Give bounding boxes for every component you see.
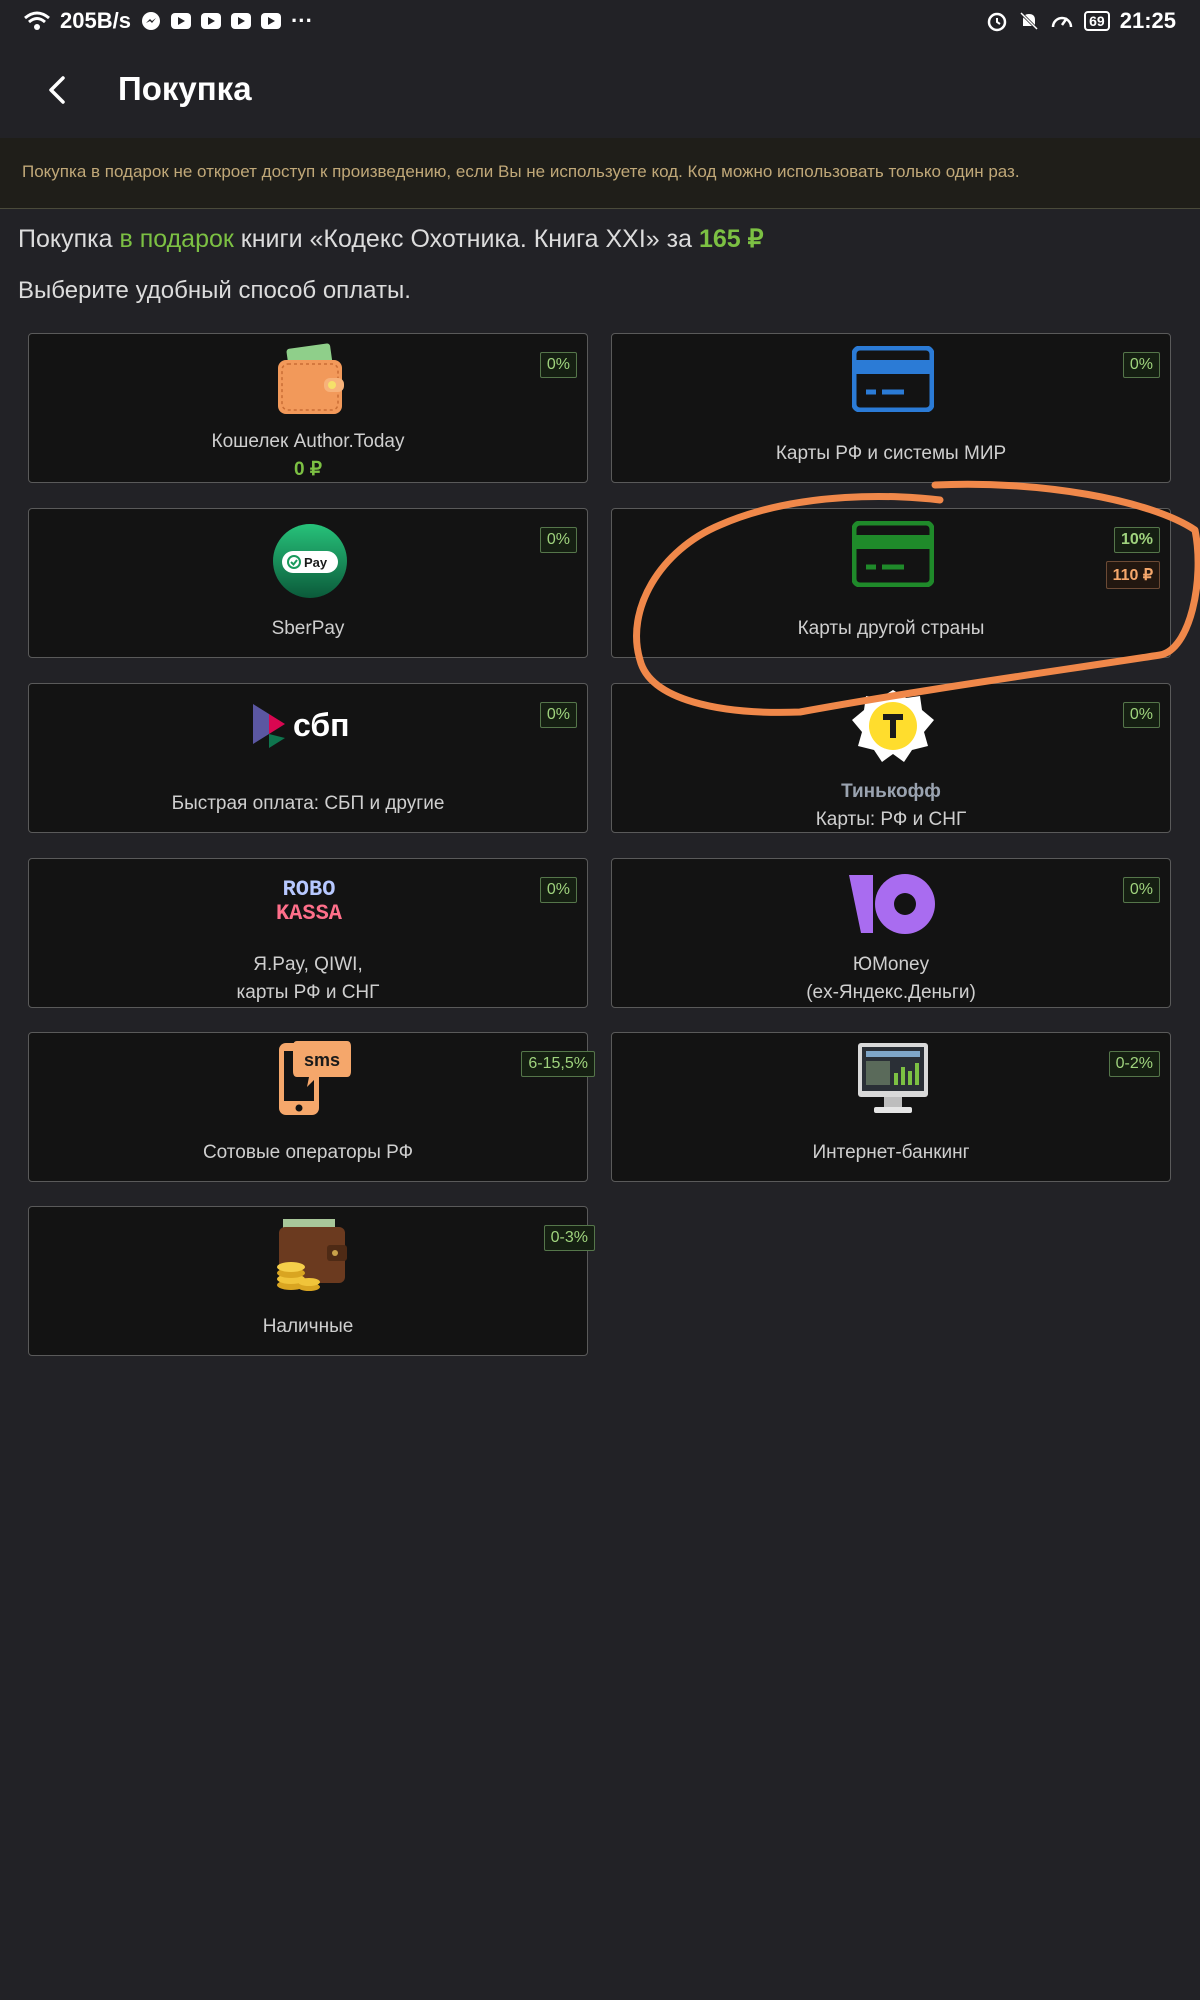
alarm-icon [987,12,1007,32]
youtube-icon [260,13,281,29]
fee-badge: 0% [539,352,577,378]
status-right: 69 21:25 [986,8,1176,34]
payment-label: Карты РФ и системы МИР [775,443,1007,464]
payment-card-robokassa[interactable]: ROBO KASSA Я.Pay, QIWI, карты РФ и СНГ 0… [28,858,588,1008]
back-arrow-icon[interactable] [38,70,78,110]
wifi-icon [24,11,50,30]
mute-icon [1020,11,1039,31]
youtube-icon [170,13,191,29]
speed-icon [1051,16,1073,28]
sbp-icon: сбп [253,704,349,748]
payment-label: карты РФ и СНГ [236,982,380,1003]
page-title: Покупка [118,70,252,107]
robokassa-icon: ROBO KASSA [276,877,343,925]
gift-label[interactable]: в подарок [119,225,233,253]
monitor-icon [858,1043,928,1113]
sbp-icon-text: сбп [293,707,349,743]
payment-card-ibank[interactable]: Интернет-банкинг 0-2% [611,1032,1171,1182]
payment-card-cards-ru[interactable]: Карты РФ и системы МИР 0% [611,333,1171,483]
payment-label: Карты: РФ и СНГ [815,809,967,830]
cash-wallet-icon [277,1219,347,1291]
fee-badge: 6-15,5% [521,1051,595,1077]
payment-card-tinkoff[interactable]: Тинькофф Карты: РФ и СНГ 0% [611,683,1171,833]
payment-label: Карты другой страны [797,618,985,639]
youtube-icon [200,13,221,29]
payment-card-sberpay[interactable]: Pay SberPay 0% [28,508,588,658]
wallet-icon [278,343,344,414]
fee-badge: 0% [539,702,577,728]
status-left: 205B/s ··· [24,8,313,34]
yoomoney-icon [849,874,935,934]
payment-card-wallet[interactable]: Кошелек Author.Today 0 ₽ 0% [28,333,588,483]
sms-icon-text: sms [304,1050,340,1070]
purchase-prefix: Покупка [18,225,120,253]
payment-label: Наличные [262,1316,354,1337]
network-speed: 205B/s [60,8,131,33]
status-bar: 205B/s ··· 69 21:25 [0,0,1200,44]
payment-label: Сотовые операторы РФ [202,1142,414,1163]
fee-badge: 10% [1113,527,1160,553]
payment-label: ЮMoney [852,954,930,975]
payment-label: SberPay [271,618,345,639]
card-green-icon [852,521,934,587]
payment-card-cards-foreign[interactable]: Карты другой страны 10% 110 ₽ [611,508,1171,658]
fee-badge: 0-2% [1108,1051,1160,1077]
sberpay-icon: Pay [273,524,347,598]
sberpay-icon-text: Pay [304,555,328,570]
app-bar: Покупка [0,44,1200,138]
fee-amount-badge: 110 ₽ [1105,561,1160,589]
fee-badge: 0% [1122,702,1160,728]
payment-bank-name: Тинькофф [841,781,941,802]
youtube-icon [230,13,251,29]
clock: 21:25 [1119,8,1176,33]
battery-icon: 69 [1084,11,1110,31]
payment-card-yoomoney[interactable]: ЮMoney (ex-Яндекс.Деньги) 0% [611,858,1171,1008]
messenger-icon [141,12,160,30]
payment-instruction: Выберите удобный способ оплаты. [18,277,411,304]
wallet-balance: 0 ₽ [294,459,322,480]
payment-label: Интернет-банкинг [812,1142,970,1163]
payment-label: Я.Pay, QIWI, [253,954,363,975]
payment-card-cash[interactable]: Наличные 0-3% [28,1206,595,1356]
sms-phone-icon: sms [279,1041,351,1115]
tinkoff-icon [852,690,934,762]
card-blue-icon [852,346,934,412]
fee-badge: 0% [539,527,577,553]
fee-badge: 0-3% [543,1225,595,1251]
purchase-book: книги «Кодекс Охотника. Книга XXI» за [233,225,699,253]
payment-card-mobile[interactable]: sms Сотовые операторы РФ 6-15,5% [28,1032,595,1182]
more-icon: ··· [290,8,313,33]
fee-badge: 0% [1122,352,1160,378]
purchase-price: 165 ₽ [698,225,764,253]
payment-label: Кошелек Author.Today [211,431,405,452]
robokassa-icon-text: KASSA [276,901,343,925]
fee-badge: 0% [539,877,577,903]
purchase-summary: Покупка в подарок книги «Кодекс Охотника… [18,224,764,254]
gift-notice-text: Покупка в подарок не откроет доступ к пр… [22,162,1020,181]
gift-notice: Покупка в подарок не откроет доступ к пр… [0,138,1200,209]
payment-label: Быстрая оплата: СБП и другие [171,793,445,814]
robokassa-icon-text: ROBO [283,877,336,902]
payment-card-sbp[interactable]: сбп Быстрая оплата: СБП и другие 0% [28,683,588,833]
fee-badge: 0% [1122,877,1160,903]
payment-label: (ex-Яндекс.Деньги) [806,982,976,1003]
